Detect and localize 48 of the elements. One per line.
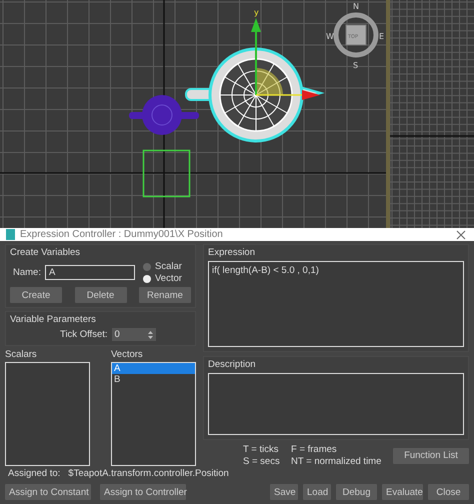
radio-button[interactable] [142,262,151,270]
group-title: Variable Parameters [10,314,97,325]
legend-text: S = secs [243,456,281,467]
function-list-button[interactable]: Function List [393,448,469,464]
group-title: Create Variables [10,247,82,258]
name-label: Name: [13,267,41,278]
variable-button[interactable]: Rename [139,287,191,303]
tick-offset-spinner[interactable]: 0 [112,328,156,341]
list-title: Vectors [111,349,144,360]
radio-label: Scalar [154,261,182,272]
list-item[interactable]: B [112,374,195,385]
legend-text: T = ticks [243,444,280,455]
assigned-label: Assigned to: [8,468,60,479]
dialog-button[interactable]: Evaluate [382,484,423,500]
radio-label: Vector [154,273,182,284]
axis-label: y [254,8,259,17]
description-field[interactable] [208,373,464,435]
compass-label: W [326,32,334,41]
expression-field[interactable]: if( length(A-B) < 5.0 , 0,1) [208,261,464,347]
compass-label: S [353,61,358,70]
assign-button[interactable]: Assign to Constant [5,484,91,500]
group-title: Expression [208,247,256,258]
view-compass-drawing [334,12,378,58]
legend-text: F = frames [291,444,338,455]
scalars-list[interactable] [5,362,90,466]
legend-text: NT = normalized time [291,456,382,467]
dialog-button[interactable]: Save [270,484,298,500]
compass-label: E [379,32,384,41]
variable-button[interactable]: Delete [74,287,126,303]
tick-offset-label: Tick Offset: [60,329,108,340]
dialog-button[interactable]: Close [428,484,469,500]
list-item[interactable]: A [112,363,195,374]
assign-button[interactable]: Assign to Controller [100,484,186,500]
group-title: Description [208,359,257,370]
name-field[interactable]: A [44,265,135,280]
variable-button[interactable]: Create [10,287,62,303]
radio-button[interactable] [142,274,151,282]
vectors-list[interactable]: A B [111,362,196,466]
compass-label: N [353,2,359,11]
close-icon[interactable] [456,230,466,240]
assigned-value: $TeapotA.transform.controller.Position [68,468,229,479]
dialog-button[interactable]: Debug [336,484,377,500]
dummy-box [142,150,190,198]
teapot-drawing [129,95,199,135]
list-title: Scalars [5,349,38,360]
dialog-button[interactable]: Load [303,484,331,500]
app-icon [6,229,15,240]
window-title: Expression Controller : Dummy001\X Position [20,229,224,240]
